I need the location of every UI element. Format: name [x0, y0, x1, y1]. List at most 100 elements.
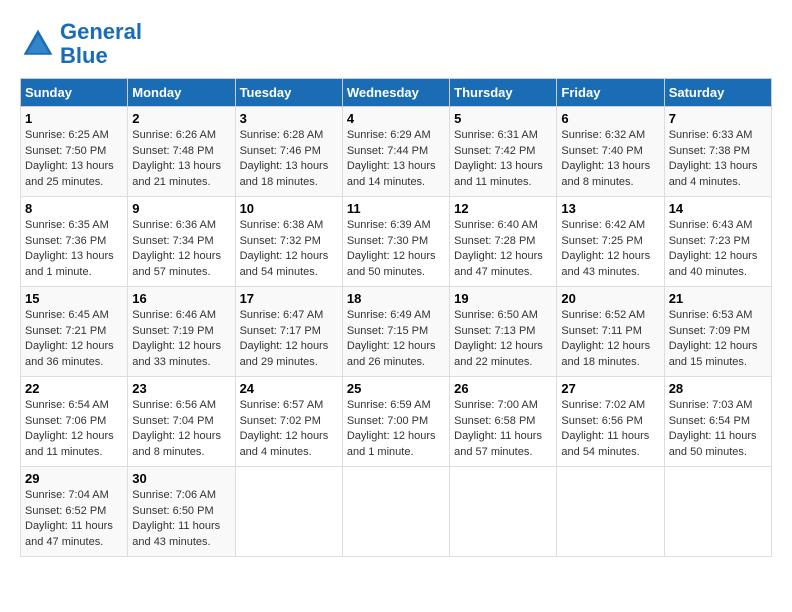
sunrise-info: Sunrise: 6:31 AM: [454, 129, 538, 141]
sunset-info: Sunset: 7:17 PM: [240, 325, 321, 337]
sunrise-info: Sunrise: 6:33 AM: [669, 129, 753, 141]
sunrise-info: Sunrise: 6:40 AM: [454, 219, 538, 231]
day-number: 29: [25, 471, 123, 486]
day-number: 16: [132, 291, 230, 306]
day-number: 27: [561, 381, 659, 396]
table-row: [450, 467, 557, 557]
daylight-info: Daylight: 11 hours and 43 minutes.: [132, 520, 220, 547]
sunset-info: Sunset: 7:32 PM: [240, 235, 321, 247]
table-row: 1 Sunrise: 6:25 AM Sunset: 7:50 PM Dayli…: [21, 107, 128, 197]
table-row: [664, 467, 771, 557]
sunset-info: Sunset: 7:04 PM: [132, 415, 213, 427]
daylight-info: Daylight: 13 hours and 14 minutes.: [347, 160, 436, 187]
daylight-info: Daylight: 13 hours and 4 minutes.: [669, 160, 758, 187]
day-number: 10: [240, 201, 338, 216]
sunrise-info: Sunrise: 6:57 AM: [240, 399, 324, 411]
daylight-info: Daylight: 12 hours and 11 minutes.: [25, 430, 114, 457]
calendar-week-row: 22 Sunrise: 6:54 AM Sunset: 7:06 PM Dayl…: [21, 377, 772, 467]
day-number: 22: [25, 381, 123, 396]
table-row: 20 Sunrise: 6:52 AM Sunset: 7:11 PM Dayl…: [557, 287, 664, 377]
table-row: 4 Sunrise: 6:29 AM Sunset: 7:44 PM Dayli…: [342, 107, 449, 197]
sunset-info: Sunset: 6:54 PM: [669, 415, 750, 427]
table-row: 19 Sunrise: 6:50 AM Sunset: 7:13 PM Dayl…: [450, 287, 557, 377]
daylight-info: Daylight: 13 hours and 11 minutes.: [454, 160, 543, 187]
daylight-info: Daylight: 12 hours and 54 minutes.: [240, 250, 329, 277]
daylight-info: Daylight: 12 hours and 15 minutes.: [669, 340, 758, 367]
sunrise-info: Sunrise: 6:28 AM: [240, 129, 324, 141]
sunset-info: Sunset: 7:09 PM: [669, 325, 750, 337]
table-row: 7 Sunrise: 6:33 AM Sunset: 7:38 PM Dayli…: [664, 107, 771, 197]
daylight-info: Daylight: 12 hours and 57 minutes.: [132, 250, 221, 277]
sunset-info: Sunset: 7:42 PM: [454, 145, 535, 157]
day-number: 25: [347, 381, 445, 396]
header-saturday: Saturday: [664, 79, 771, 107]
table-row: 14 Sunrise: 6:43 AM Sunset: 7:23 PM Dayl…: [664, 197, 771, 287]
sunset-info: Sunset: 7:28 PM: [454, 235, 535, 247]
daylight-info: Daylight: 12 hours and 29 minutes.: [240, 340, 329, 367]
table-row: [342, 467, 449, 557]
day-number: 20: [561, 291, 659, 306]
table-row: [235, 467, 342, 557]
sunrise-info: Sunrise: 6:46 AM: [132, 309, 216, 321]
sunrise-info: Sunrise: 6:54 AM: [25, 399, 109, 411]
day-number: 7: [669, 111, 767, 126]
day-number: 30: [132, 471, 230, 486]
daylight-info: Daylight: 12 hours and 47 minutes.: [454, 250, 543, 277]
day-number: 26: [454, 381, 552, 396]
day-number: 1: [25, 111, 123, 126]
table-row: 24 Sunrise: 6:57 AM Sunset: 7:02 PM Dayl…: [235, 377, 342, 467]
table-row: 27 Sunrise: 7:02 AM Sunset: 6:56 PM Dayl…: [557, 377, 664, 467]
sunset-info: Sunset: 7:02 PM: [240, 415, 321, 427]
day-number: 12: [454, 201, 552, 216]
calendar-week-row: 8 Sunrise: 6:35 AM Sunset: 7:36 PM Dayli…: [21, 197, 772, 287]
day-number: 5: [454, 111, 552, 126]
table-row: 30 Sunrise: 7:06 AM Sunset: 6:50 PM Dayl…: [128, 467, 235, 557]
sunrise-info: Sunrise: 7:00 AM: [454, 399, 538, 411]
table-row: 5 Sunrise: 6:31 AM Sunset: 7:42 PM Dayli…: [450, 107, 557, 197]
table-row: 26 Sunrise: 7:00 AM Sunset: 6:58 PM Dayl…: [450, 377, 557, 467]
daylight-info: Daylight: 12 hours and 26 minutes.: [347, 340, 436, 367]
sunrise-info: Sunrise: 6:53 AM: [669, 309, 753, 321]
day-number: 2: [132, 111, 230, 126]
table-row: 9 Sunrise: 6:36 AM Sunset: 7:34 PM Dayli…: [128, 197, 235, 287]
daylight-info: Daylight: 11 hours and 57 minutes.: [454, 430, 542, 457]
sunrise-info: Sunrise: 6:59 AM: [347, 399, 431, 411]
day-number: 15: [25, 291, 123, 306]
table-row: 10 Sunrise: 6:38 AM Sunset: 7:32 PM Dayl…: [235, 197, 342, 287]
table-row: 6 Sunrise: 6:32 AM Sunset: 7:40 PM Dayli…: [557, 107, 664, 197]
sunset-info: Sunset: 7:11 PM: [561, 325, 642, 337]
daylight-info: Daylight: 12 hours and 33 minutes.: [132, 340, 221, 367]
table-row: 8 Sunrise: 6:35 AM Sunset: 7:36 PM Dayli…: [21, 197, 128, 287]
sunset-info: Sunset: 7:19 PM: [132, 325, 213, 337]
sunrise-info: Sunrise: 7:02 AM: [561, 399, 645, 411]
day-number: 23: [132, 381, 230, 396]
table-row: 17 Sunrise: 6:47 AM Sunset: 7:17 PM Dayl…: [235, 287, 342, 377]
sunrise-info: Sunrise: 6:26 AM: [132, 129, 216, 141]
daylight-info: Daylight: 12 hours and 50 minutes.: [347, 250, 436, 277]
sunrise-info: Sunrise: 6:43 AM: [669, 219, 753, 231]
table-row: 29 Sunrise: 7:04 AM Sunset: 6:52 PM Dayl…: [21, 467, 128, 557]
table-row: 2 Sunrise: 6:26 AM Sunset: 7:48 PM Dayli…: [128, 107, 235, 197]
sunrise-info: Sunrise: 6:50 AM: [454, 309, 538, 321]
header-thursday: Thursday: [450, 79, 557, 107]
sunset-info: Sunset: 7:44 PM: [347, 145, 428, 157]
sunset-info: Sunset: 6:56 PM: [561, 415, 642, 427]
daylight-info: Daylight: 13 hours and 8 minutes.: [561, 160, 650, 187]
sunset-info: Sunset: 7:13 PM: [454, 325, 535, 337]
sunrise-info: Sunrise: 6:35 AM: [25, 219, 109, 231]
day-number: 24: [240, 381, 338, 396]
logo-blue: Blue: [60, 43, 108, 68]
sunset-info: Sunset: 7:40 PM: [561, 145, 642, 157]
daylight-info: Daylight: 12 hours and 43 minutes.: [561, 250, 650, 277]
sunrise-info: Sunrise: 6:38 AM: [240, 219, 324, 231]
sunrise-info: Sunrise: 6:42 AM: [561, 219, 645, 231]
sunrise-info: Sunrise: 6:49 AM: [347, 309, 431, 321]
table-row: 21 Sunrise: 6:53 AM Sunset: 7:09 PM Dayl…: [664, 287, 771, 377]
table-row: 23 Sunrise: 6:56 AM Sunset: 7:04 PM Dayl…: [128, 377, 235, 467]
daylight-info: Daylight: 12 hours and 36 minutes.: [25, 340, 114, 367]
sunset-info: Sunset: 7:30 PM: [347, 235, 428, 247]
sunset-info: Sunset: 7:23 PM: [669, 235, 750, 247]
day-number: 6: [561, 111, 659, 126]
sunrise-info: Sunrise: 6:45 AM: [25, 309, 109, 321]
daylight-info: Daylight: 11 hours and 50 minutes.: [669, 430, 757, 457]
